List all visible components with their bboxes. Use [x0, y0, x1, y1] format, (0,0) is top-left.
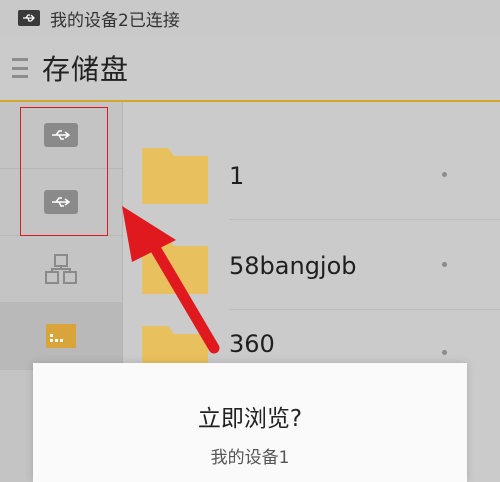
dialog-title: 立即浏览?	[197, 406, 303, 432]
status-bar: 我的设备2已连接	[0, 0, 500, 36]
highlight-annotation	[20, 107, 108, 236]
usb-icon	[18, 10, 40, 26]
network-icon	[45, 254, 77, 284]
folder-icon	[142, 148, 208, 204]
file-name: 360	[229, 330, 275, 358]
page-title: 存储盘	[42, 53, 130, 86]
menu-icon[interactable]	[12, 58, 28, 78]
app-bar: 存储盘	[0, 36, 500, 102]
list-item[interactable]: 1	[123, 130, 500, 220]
status-text: 我的设备2已连接	[50, 10, 180, 31]
sd-card-icon	[46, 324, 76, 348]
more-icon[interactable]	[442, 262, 447, 267]
sidebar-item-network[interactable]	[0, 236, 122, 303]
dialog-subtitle: 我的设备1	[210, 448, 290, 468]
folder-icon	[142, 238, 208, 294]
file-name: 58bangjob	[229, 252, 357, 280]
browse-dialog[interactable]: 立即浏览? 我的设备1	[33, 363, 467, 482]
more-icon[interactable]	[442, 350, 447, 355]
sidebar-item-sd-card[interactable]	[0, 303, 122, 370]
more-icon[interactable]	[442, 172, 447, 177]
file-name: 1	[229, 162, 245, 190]
list-item[interactable]: 58bangjob	[123, 220, 500, 310]
